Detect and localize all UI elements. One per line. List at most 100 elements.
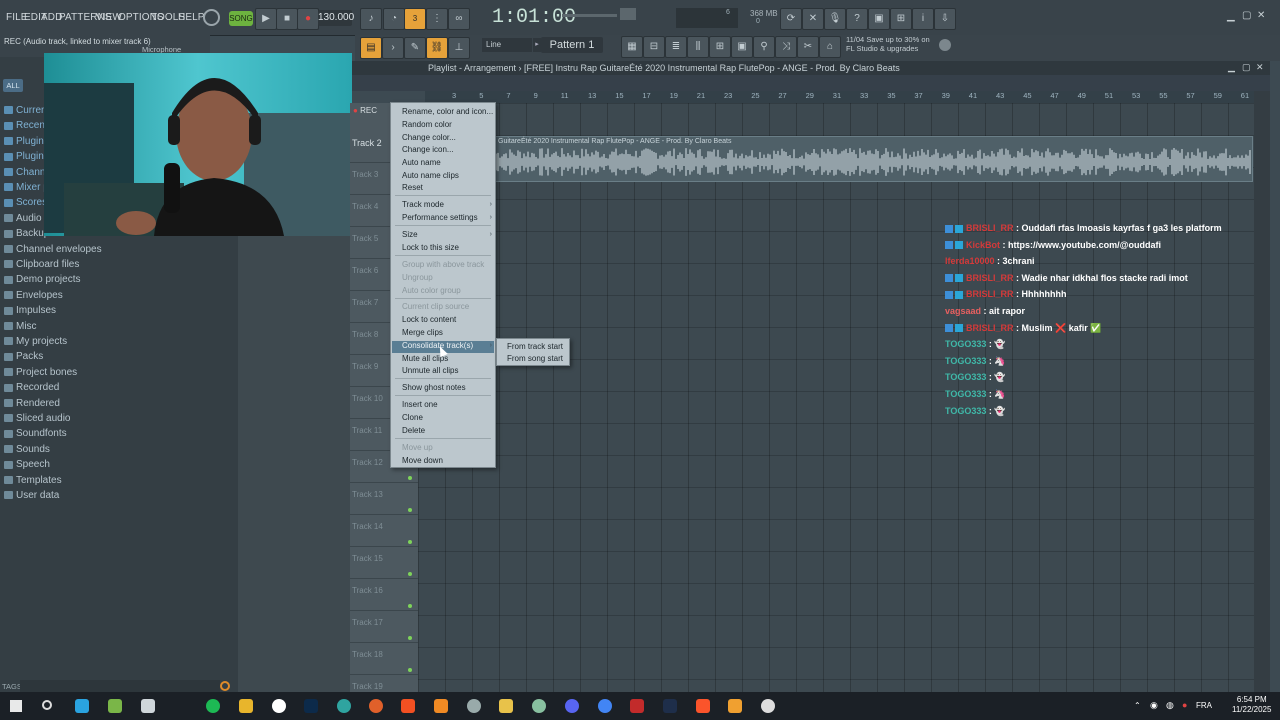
tray-chevron-icon[interactable]: ⌃ — [1134, 701, 1141, 710]
playlist-close-icon[interactable]: ✕ — [1256, 62, 1264, 73]
song-time-display[interactable]: 1:01:00 — [492, 6, 576, 29]
microphone-icon[interactable]: 🎙 — [824, 8, 846, 30]
loop-record-icon[interactable]: ∞ — [448, 8, 470, 30]
track-header[interactable]: Track 17 — [350, 611, 418, 643]
news-panel[interactable]: 11/04 Save up to 30% on FL Studio & upgr… — [846, 35, 930, 53]
track-mute-led[interactable] — [408, 540, 412, 544]
context-menu-item[interactable]: Lock to this size — [402, 243, 459, 252]
app-red-icon[interactable] — [630, 699, 644, 713]
master-pitch-slider[interactable] — [620, 8, 636, 20]
spotify-icon[interactable] — [206, 699, 220, 713]
context-menu-item[interactable]: Move down — [402, 456, 443, 465]
stamp-icon[interactable]: ⊥ — [448, 37, 470, 59]
playlist-minimize-icon[interactable]: ▁ — [1228, 62, 1235, 73]
store-icon[interactable]: ⌂ — [819, 36, 841, 58]
info-icon[interactable]: i — [912, 8, 934, 30]
context-menu-item[interactable]: Reset — [402, 183, 423, 192]
close-icon[interactable]: ✕ — [1257, 10, 1265, 21]
browser-item[interactable]: Speech — [4, 459, 50, 470]
chrome-icon[interactable] — [598, 699, 612, 713]
browser-item[interactable]: Project bones — [4, 367, 77, 378]
browser-item[interactable]: Templates — [4, 475, 62, 486]
discord-icon[interactable] — [565, 699, 579, 713]
tools-icon[interactable]: ✕ — [802, 8, 824, 30]
timeline-ruler[interactable]: 3 5 7 9 11 13 15 17 19 21 23 25 27 29 31 33 35 37 39 41 43 45… — [425, 91, 1254, 103]
app-circle-icon[interactable] — [467, 699, 481, 713]
submenu-from-song-start[interactable]: From song start — [507, 354, 563, 363]
context-menu-item[interactable]: Performance settings — [402, 213, 478, 222]
countdown-button[interactable]: 3 — [404, 8, 426, 30]
language-indicator[interactable]: FRA — [1196, 701, 1212, 710]
snap-select[interactable]: Line — [482, 38, 532, 52]
browser-item[interactable]: Channel envelopes — [4, 244, 102, 255]
browser-item[interactable]: Demo projects — [4, 274, 80, 285]
file-explorer-icon[interactable] — [499, 699, 513, 713]
track-mute-led[interactable] — [408, 636, 412, 640]
track-header[interactable]: Track 13 — [350, 483, 418, 515]
app-shield-icon[interactable] — [532, 699, 546, 713]
minimize-icon[interactable]: ▁ — [1227, 11, 1235, 22]
browser-item[interactable]: User data — [4, 490, 59, 501]
track-mute-led[interactable] — [408, 572, 412, 576]
app-swirl-icon[interactable] — [337, 699, 351, 713]
playlist-icon[interactable]: ≣ — [665, 36, 687, 58]
browser-item[interactable]: Rendered — [4, 398, 60, 409]
browser-item[interactable]: Envelopes — [4, 290, 63, 301]
tray-app2-icon[interactable]: ◍ — [1166, 700, 1174, 711]
track-header[interactable]: Track 15 — [350, 547, 418, 579]
step-edit-icon[interactable]: ⋮ — [426, 8, 448, 30]
channel-rack-icon[interactable]: ▦ — [621, 36, 643, 58]
context-menu-item[interactable]: Clone — [402, 413, 423, 422]
context-menu-item[interactable]: Lock to content — [402, 315, 456, 324]
cpu-knob-icon[interactable] — [203, 9, 220, 26]
context-menu-item[interactable]: Show ghost notes — [402, 383, 466, 392]
audio-clip[interactable]: GuitareÉté 2020 Instrumental Rap FlutePo… — [495, 136, 1253, 182]
obs-icon[interactable] — [272, 699, 286, 713]
browser-item[interactable]: Sounds — [4, 444, 50, 455]
playlist-grid[interactable] — [418, 103, 1254, 697]
playlist-scrollbar[interactable] — [1254, 91, 1270, 697]
piano-roll-icon[interactable]: ⊟ — [643, 36, 665, 58]
context-menu-item[interactable]: Merge clips — [402, 328, 443, 337]
browser-item[interactable]: Recorded — [4, 382, 59, 393]
link-icon[interactable]: ⛓ — [426, 37, 448, 59]
pattern-prev-icon[interactable]: ▸ — [533, 38, 541, 52]
browser-item[interactable]: Clipboard files — [4, 259, 79, 270]
context-menu-item[interactable]: Auto name — [402, 158, 441, 167]
metronome-icon[interactable]: ♪ — [360, 8, 382, 30]
context-menu-item[interactable]: Change icon... — [402, 145, 454, 154]
app-box-icon[interactable] — [239, 699, 253, 713]
context-menu-item[interactable]: Change color... — [402, 133, 456, 142]
maximize-icon[interactable]: ▢ — [1242, 10, 1251, 21]
tray-record-icon[interactable]: ● — [1182, 700, 1187, 710]
brave-icon[interactable] — [401, 699, 415, 713]
track-mute-led[interactable] — [408, 508, 412, 512]
save-icon[interactable]: ▣ — [868, 8, 890, 30]
play-button[interactable]: ▶ — [255, 8, 277, 30]
app-gear-icon[interactable] — [761, 699, 775, 713]
browser-all-button[interactable]: ALL — [3, 79, 23, 92]
fl-studio-taskbar-icon[interactable] — [728, 699, 742, 713]
track-mute-led[interactable] — [408, 604, 412, 608]
browser-item[interactable]: Misc — [4, 321, 37, 332]
track-header[interactable]: Track 16 — [350, 579, 418, 611]
taskbar-clock[interactable]: 6:54 PM 11/22/2025 — [1232, 695, 1271, 715]
help-icon[interactable]: ? — [846, 8, 868, 30]
firefox-icon[interactable] — [369, 699, 383, 713]
plugin-picker-icon[interactable]: ⚲ — [753, 36, 775, 58]
track-mute-led[interactable] — [408, 476, 412, 480]
tempo-display[interactable]: 130.000 — [318, 10, 354, 26]
app-triangle-icon[interactable] — [434, 699, 448, 713]
browser-item[interactable]: Packs — [4, 351, 43, 362]
touch-controller-icon[interactable]: ⤨ — [775, 36, 797, 58]
photoshop-icon[interactable] — [304, 699, 318, 713]
context-menu-item[interactable]: Auto name clips — [402, 171, 459, 180]
pattern-select[interactable]: Pattern 1 — [541, 37, 603, 53]
context-menu-item[interactable]: Rename, color and icon... — [402, 107, 493, 116]
submenu-from-track-start[interactable]: From track start — [507, 342, 563, 351]
download-icon[interactable]: ⇩ — [934, 8, 956, 30]
cut-icon[interactable]: ✂ — [797, 36, 819, 58]
menu-help[interactable]: HELP — [178, 12, 205, 23]
song-mode-button[interactable]: SONG — [229, 11, 253, 26]
pencil-icon[interactable]: ✎ — [404, 37, 426, 59]
